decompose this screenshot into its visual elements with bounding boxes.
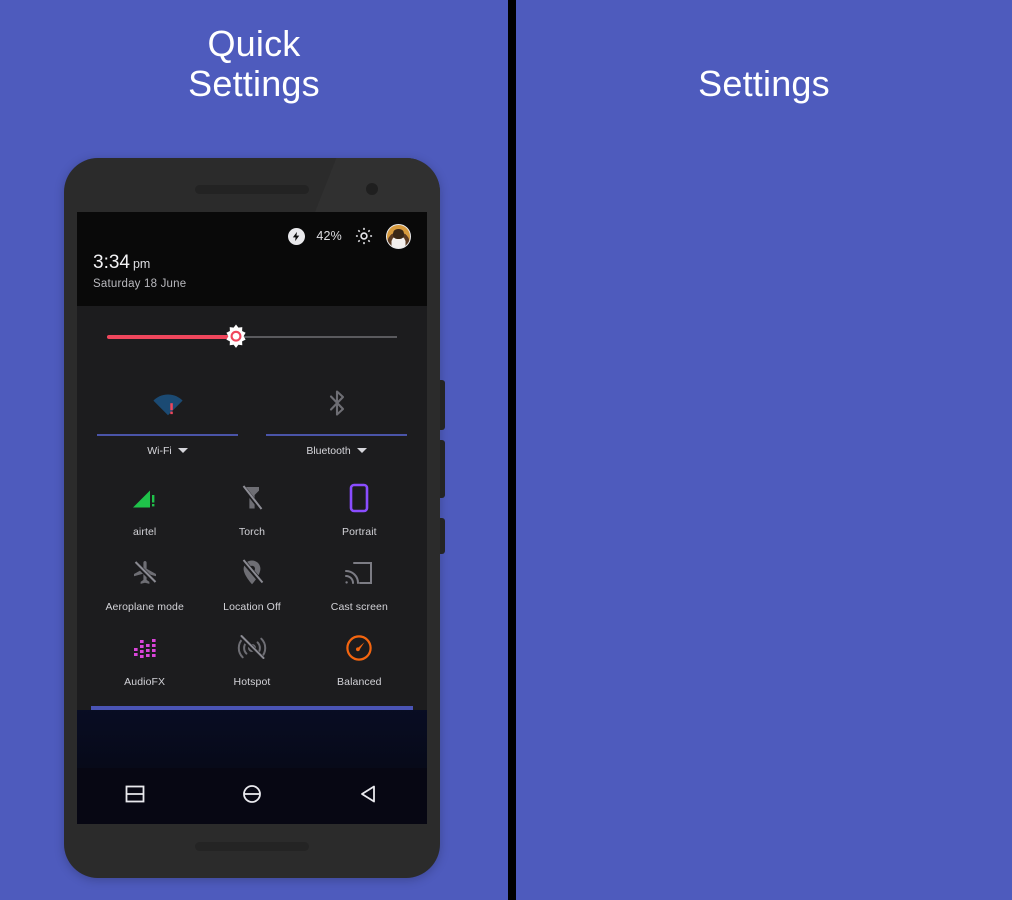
qs-tile-wifi-underline xyxy=(97,434,238,436)
bottom-speaker xyxy=(195,842,309,851)
brightness-fill xyxy=(107,335,242,339)
brightness-slider[interactable] xyxy=(91,306,413,368)
hotspot-off-icon xyxy=(198,631,305,665)
heading-line-1: Quick xyxy=(207,23,301,64)
qs-tile-bluetooth-label: Bluetooth xyxy=(306,444,351,457)
torch-off-icon xyxy=(198,481,305,515)
qs-tile-grid: airtel Torch Portrait Aeroplane mode Loc… xyxy=(91,457,413,694)
panel-divider xyxy=(508,0,516,900)
qs-tile-balanced-label: Balanced xyxy=(337,675,382,688)
qs-tile-aeroplane-mode-label: Aeroplane mode xyxy=(105,600,184,613)
phone-screen-left: 42% 3:34 pm Saturday 18 June Wi-Fi Bluet… xyxy=(77,212,427,824)
chevron-down-icon[interactable] xyxy=(177,448,188,453)
cast-screen-icon xyxy=(306,556,413,590)
qs-tile-wifi[interactable]: Wi-Fi xyxy=(91,382,244,457)
chevron-down-icon[interactable] xyxy=(356,448,367,453)
front-camera xyxy=(366,183,378,195)
qs-clock-time: 3:34 xyxy=(93,252,130,273)
volume-up-button[interactable] xyxy=(440,380,445,430)
qs-tile-location-off-label: Location Off xyxy=(223,600,281,613)
brightness-thumb-sun-icon[interactable] xyxy=(223,324,249,350)
recents-icon[interactable] xyxy=(124,783,146,810)
back-icon[interactable] xyxy=(358,783,380,810)
qs-tile-audiofx[interactable]: AudioFX xyxy=(91,619,198,694)
qs-duo-tiles: Wi-Fi Bluetooth xyxy=(91,368,413,457)
right-panel: Settings xyxy=(516,0,1012,900)
qs-tile-torch[interactable]: Torch xyxy=(198,469,305,544)
screen-rotation-lock-icon xyxy=(306,481,413,515)
right-panel-heading: Settings xyxy=(698,63,830,104)
qs-tile-wifi-label: Wi-Fi xyxy=(147,444,172,457)
qs-body: Wi-Fi Bluetooth airtel Torch Portrait Ae… xyxy=(77,306,427,710)
qs-tile-audiofx-label: AudioFX xyxy=(124,675,166,688)
qs-tile-bluetooth-label-row: Bluetooth xyxy=(260,445,413,457)
qs-tile-aeroplane-mode[interactable]: Aeroplane mode xyxy=(91,544,198,619)
qs-tile-portrait[interactable]: Portrait xyxy=(306,469,413,544)
qs-tile-cast-screen[interactable]: Cast screen xyxy=(306,544,413,619)
qs-clock: 3:34 pm xyxy=(93,253,411,272)
qs-tile-wifi-label-row: Wi-Fi xyxy=(91,445,244,457)
qs-tile-hotspot[interactable]: Hotspot xyxy=(198,619,305,694)
location-off-icon xyxy=(198,556,305,590)
home-icon[interactable] xyxy=(241,783,263,810)
earpiece-speaker xyxy=(195,185,309,194)
volume-down-button[interactable] xyxy=(440,440,445,498)
qs-date: Saturday 18 June xyxy=(93,278,187,290)
qs-tile-cast-screen-label: Cast screen xyxy=(330,600,388,613)
equalizer-icon xyxy=(91,631,198,665)
user-avatar[interactable] xyxy=(386,223,411,249)
battery-percent: 42% xyxy=(316,229,342,243)
power-button[interactable] xyxy=(440,518,445,554)
navigation-bar-left xyxy=(77,768,427,824)
qs-tile-portrait-label: Portrait xyxy=(342,525,377,538)
qs-clock-meridiem: pm xyxy=(132,257,151,271)
screenshot-root: Quick Settings 42% 3:34 pm Saturday 18 J… xyxy=(0,0,1012,900)
qs-tile-bluetooth-underline xyxy=(266,434,407,436)
qs-tile-balanced[interactable]: Balanced xyxy=(306,619,413,694)
performance-profile-icon xyxy=(306,631,413,665)
phone-mockup-left: 42% 3:34 pm Saturday 18 June Wi-Fi Bluet… xyxy=(64,158,445,878)
qs-tile-location-off[interactable]: Location Off xyxy=(198,544,305,619)
gear-icon[interactable] xyxy=(353,225,375,247)
qs-tile-airtel-label: airtel xyxy=(132,525,157,538)
qs-status-row: 42% xyxy=(93,212,411,252)
qs-tile-airtel[interactable]: airtel xyxy=(91,469,198,544)
quick-settings-panel: 42% 3:34 pm Saturday 18 June Wi-Fi Bluet… xyxy=(77,212,427,710)
left-panel-heading: Quick Settings xyxy=(0,23,508,105)
heading-line-2: Settings xyxy=(188,63,320,105)
left-panel: Quick Settings 42% 3:34 pm Saturday 18 J… xyxy=(0,0,508,900)
charging-bolt-icon xyxy=(288,227,306,245)
qs-tile-torch-label: Torch xyxy=(238,525,266,538)
bluetooth-icon xyxy=(260,382,413,424)
qs-tile-hotspot-label: Hotspot xyxy=(233,675,271,688)
qs-header: 42% 3:34 pm Saturday 18 June xyxy=(77,212,427,306)
qs-tile-bluetooth[interactable]: Bluetooth xyxy=(260,382,413,457)
cell-signal-warning-icon xyxy=(91,481,198,515)
qs-drag-handle[interactable] xyxy=(91,705,413,710)
airplane-off-icon xyxy=(91,556,198,590)
wifi-warning-icon xyxy=(91,382,244,424)
